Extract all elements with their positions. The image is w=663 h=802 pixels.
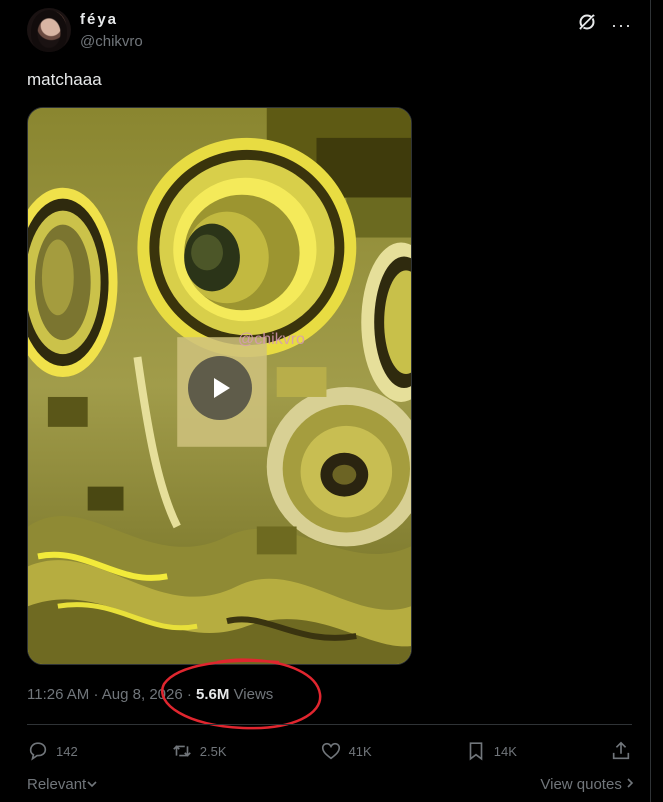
tweet-date[interactable]: Aug 8, 2026 (102, 686, 183, 703)
meta-separator: · (93, 686, 99, 703)
relevant-label: Relevant (27, 776, 87, 793)
display-name[interactable]: féya (80, 11, 118, 28)
video-media[interactable]: @chikvro (27, 107, 412, 665)
tweet: féya @chikvro ··· matchaaa @chikvro 11:2… (0, 0, 651, 802)
view-quotes-label: View quotes (540, 776, 622, 793)
user-handle[interactable]: @chikvro (80, 33, 143, 50)
like-count: 41K (348, 743, 372, 759)
repost-icon (172, 745, 191, 757)
relevant-sort-dropdown[interactable]: Relevant (27, 776, 98, 793)
chevron-down-icon (87, 781, 97, 788)
play-button[interactable] (188, 356, 252, 420)
repost-button[interactable]: 2.5K (171, 740, 227, 762)
bookmark-count: 14K (493, 743, 517, 759)
views-count[interactable]: 5.6M (196, 686, 229, 703)
heart-icon (321, 742, 340, 760)
play-icon (214, 378, 230, 398)
action-bar: 142 2.5K 41K 14K (27, 737, 632, 765)
more-icon[interactable]: ··· (611, 15, 632, 35)
share-icon (612, 741, 630, 760)
tweet-text: matchaaa (27, 70, 102, 89)
views-label: Views (233, 686, 274, 703)
divider (27, 724, 632, 725)
tweet-header: féya @chikvro ··· (27, 8, 632, 54)
bookmark-icon (469, 742, 483, 761)
repost-count: 2.5K (199, 743, 227, 759)
grok-icon[interactable] (577, 12, 597, 37)
tweet-time[interactable]: 11:26 AM (27, 686, 89, 703)
meta-separator: · (186, 686, 192, 703)
reply-icon (29, 742, 47, 761)
chevron-right-icon (627, 778, 634, 788)
avatar[interactable] (27, 8, 71, 52)
bookmark-button[interactable]: 14K (465, 740, 517, 762)
video-watermark: @chikvro (238, 331, 305, 348)
tweet-meta: 11:26 AM · Aug 8, 2026 · 5.6M Views (27, 686, 273, 703)
reply-count: 142 (56, 743, 78, 759)
header-icons: ··· (577, 12, 632, 37)
reply-button[interactable]: 142 (27, 740, 78, 762)
share-button[interactable] (610, 740, 632, 762)
tweet-footer: Relevant View quotes (27, 776, 634, 796)
like-button[interactable]: 41K (320, 740, 372, 762)
view-quotes-link[interactable]: View quotes (540, 776, 634, 793)
